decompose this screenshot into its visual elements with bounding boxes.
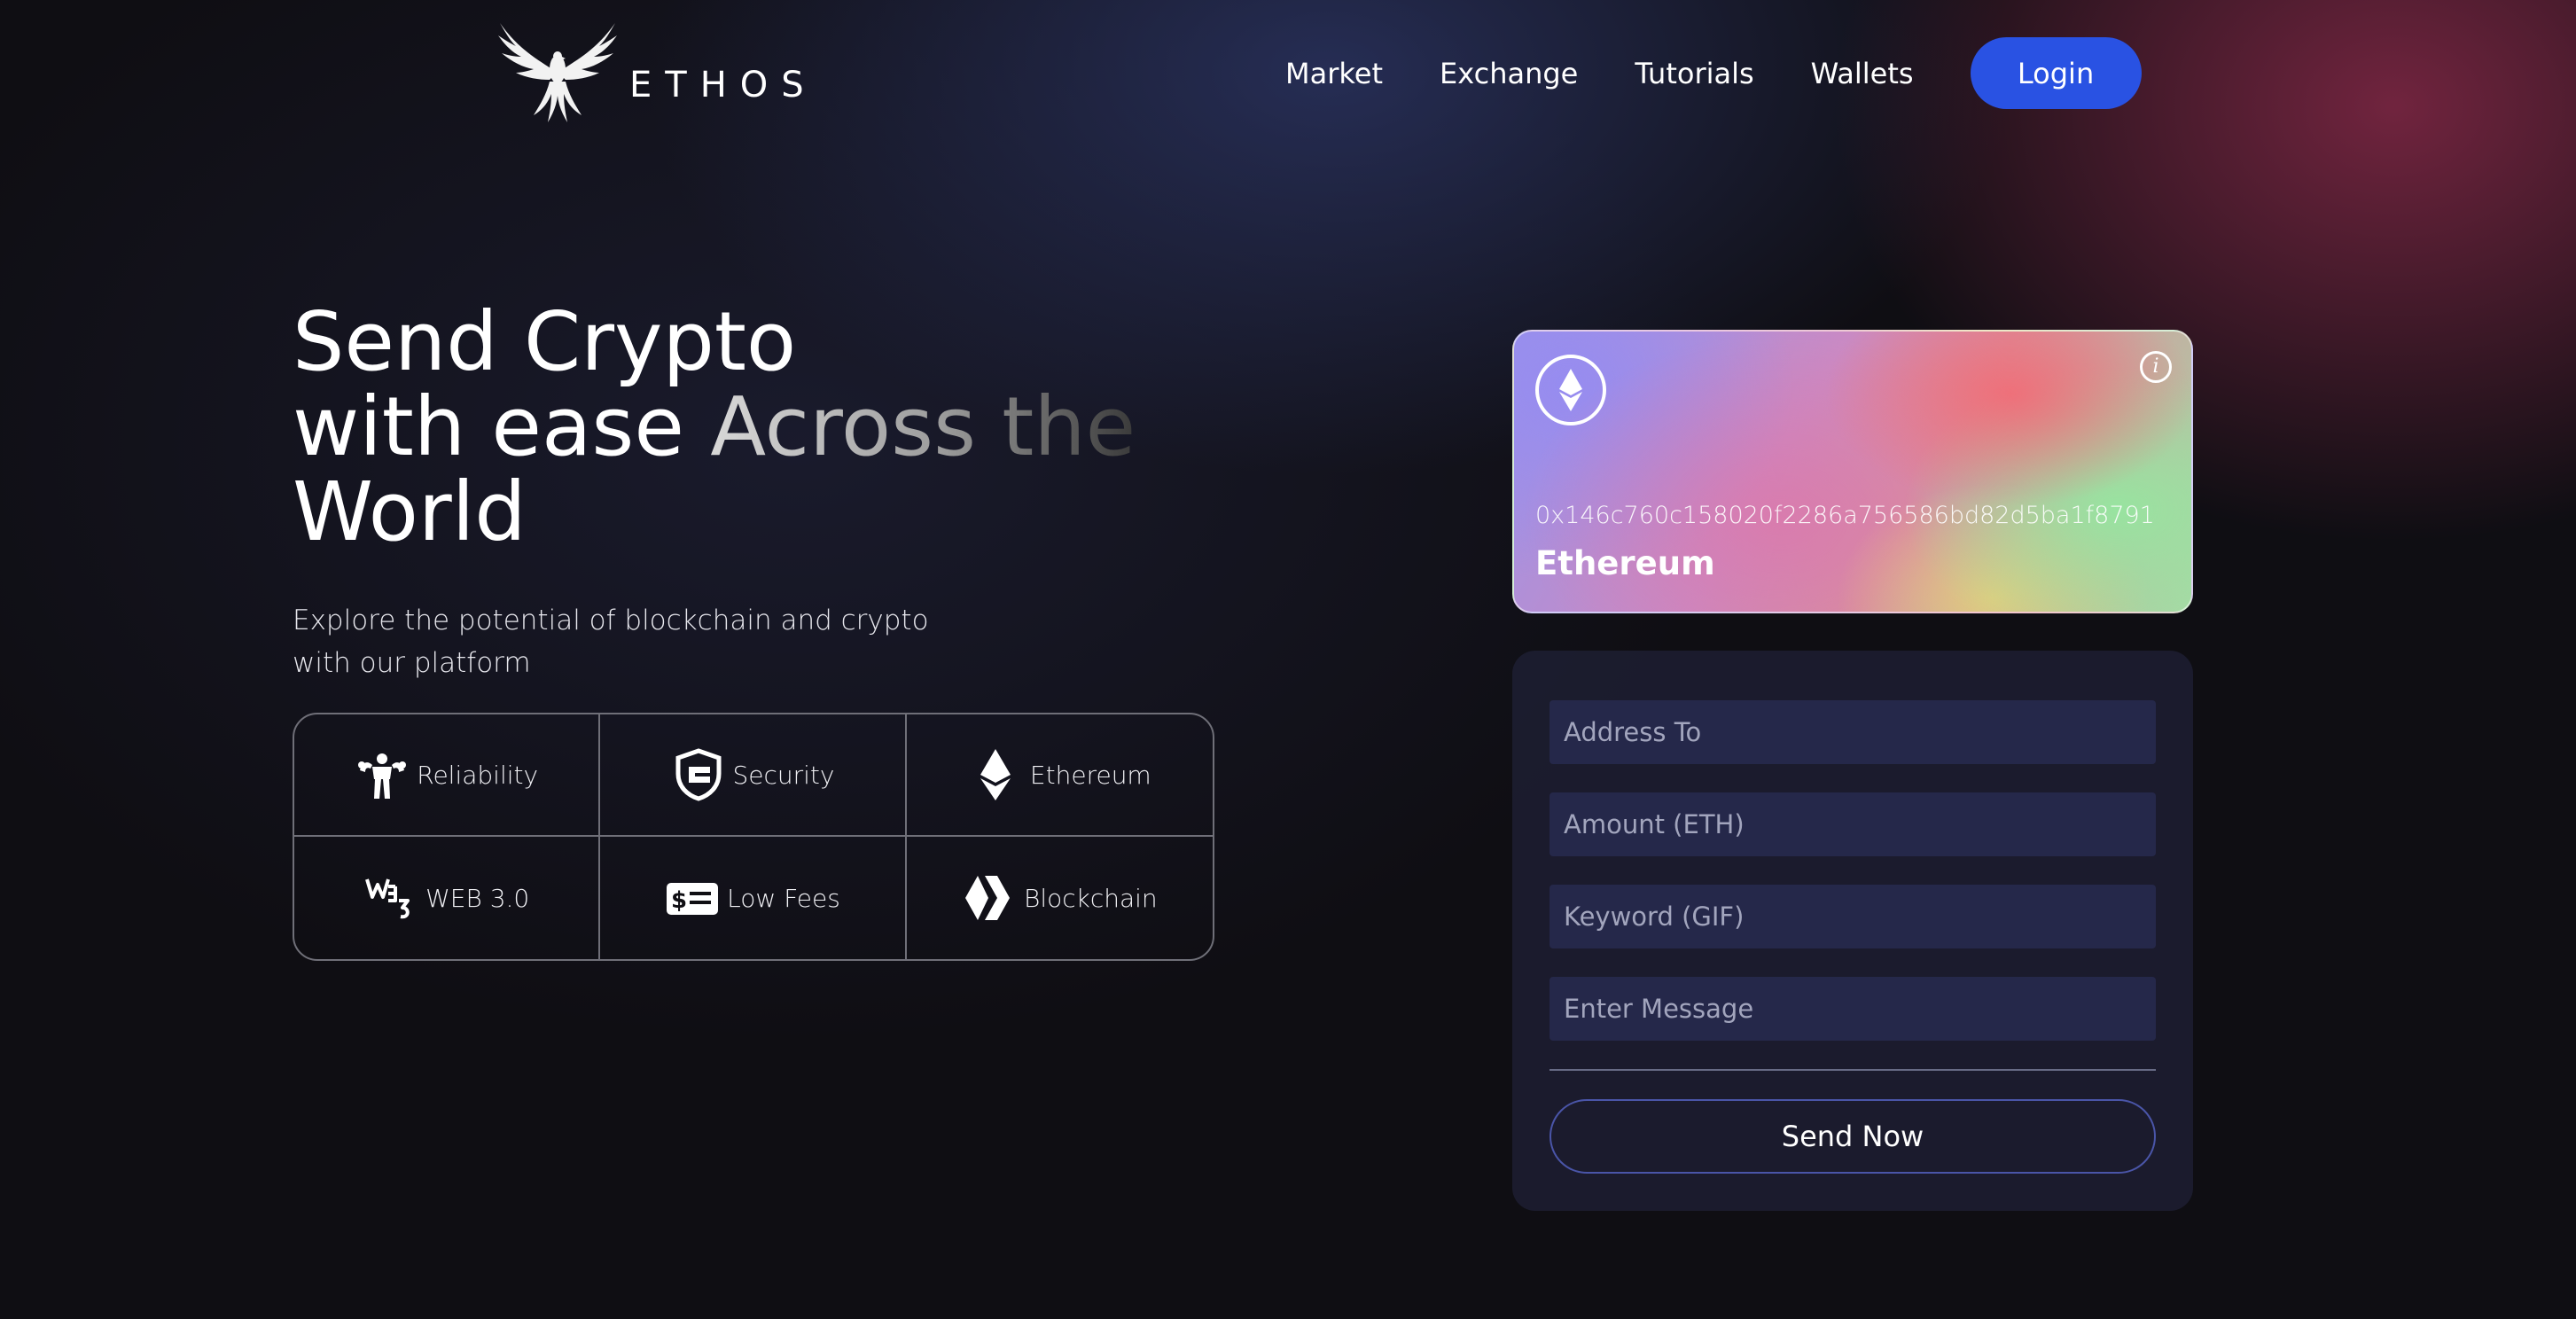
message-input[interactable]: [1550, 977, 2156, 1041]
ethereum-icon: [1559, 369, 1582, 411]
hive-icon: [964, 876, 1010, 920]
feature-label: Blockchain: [1023, 883, 1158, 913]
feature-reliability: Reliability: [294, 714, 601, 837]
nav-exchange[interactable]: Exchange: [1440, 57, 1578, 90]
hero-title: Send Crypto with ease Across the World: [293, 300, 1179, 555]
wallet-card: i 0x146c760c158020f2286a756586bd82d5ba1f…: [1512, 330, 2193, 613]
feature-web3: WEB 3.0: [294, 837, 601, 959]
wallet-address: 0x146c760c158020f2286a756586bd82d5ba1f87…: [1535, 502, 2155, 529]
feature-security: Security: [600, 714, 907, 837]
money-bill-icon: $: [667, 883, 719, 915]
feature-label: Ethereum: [1029, 760, 1151, 790]
main-nav: Market Exchange Tutorials Wallets Login: [1285, 37, 2142, 109]
hero-title-line2: with ease: [293, 379, 711, 474]
info-icon[interactable]: i: [2140, 351, 2172, 383]
nav-tutorials[interactable]: Tutorials: [1635, 57, 1753, 90]
feature-blockchain: Blockchain: [907, 837, 1213, 959]
web3-icon: [365, 878, 410, 919]
wallet-network: Ethereum: [1535, 544, 1715, 582]
shield-icon: [675, 748, 721, 801]
eth-badge: [1535, 355, 1606, 425]
form-divider: [1550, 1069, 2156, 1071]
strongman-icon: [358, 753, 407, 799]
features-grid: Reliability Security Ethereum WEB 3.0 $: [293, 713, 1214, 961]
feature-label: Reliability: [417, 760, 539, 790]
amount-input[interactable]: [1550, 792, 2156, 856]
feature-label: WEB 3.0: [425, 883, 530, 913]
nav-market[interactable]: Market: [1285, 57, 1383, 90]
svg-text:$: $: [671, 887, 687, 914]
feature-ethereum: Ethereum: [906, 714, 1213, 837]
login-button[interactable]: Login: [1970, 37, 2142, 109]
feature-label: Security: [732, 760, 835, 790]
hero-title-line3: World: [293, 464, 527, 559]
send-form: Send Now: [1512, 651, 2193, 1211]
hero-title-line1: Send Crypto: [293, 294, 797, 389]
phoenix-icon: [498, 23, 617, 122]
brand-logo[interactable]: ETHOS: [495, 18, 817, 126]
brand-name: ETHOS: [629, 65, 817, 105]
send-now-button[interactable]: Send Now: [1550, 1099, 2156, 1174]
ethereum-icon: [980, 749, 1011, 800]
hero-subtitle: Explore the potential of blockchain and …: [293, 605, 929, 679]
address-to-input[interactable]: [1550, 700, 2156, 764]
nav-wallets[interactable]: Wallets: [1811, 57, 1914, 90]
keyword-input[interactable]: [1550, 885, 2156, 948]
hero-title-line2-fade: Across the: [710, 379, 1136, 474]
feature-label: Low Fees: [727, 883, 840, 913]
feature-low-fees: $ Low Fees: [600, 837, 907, 959]
